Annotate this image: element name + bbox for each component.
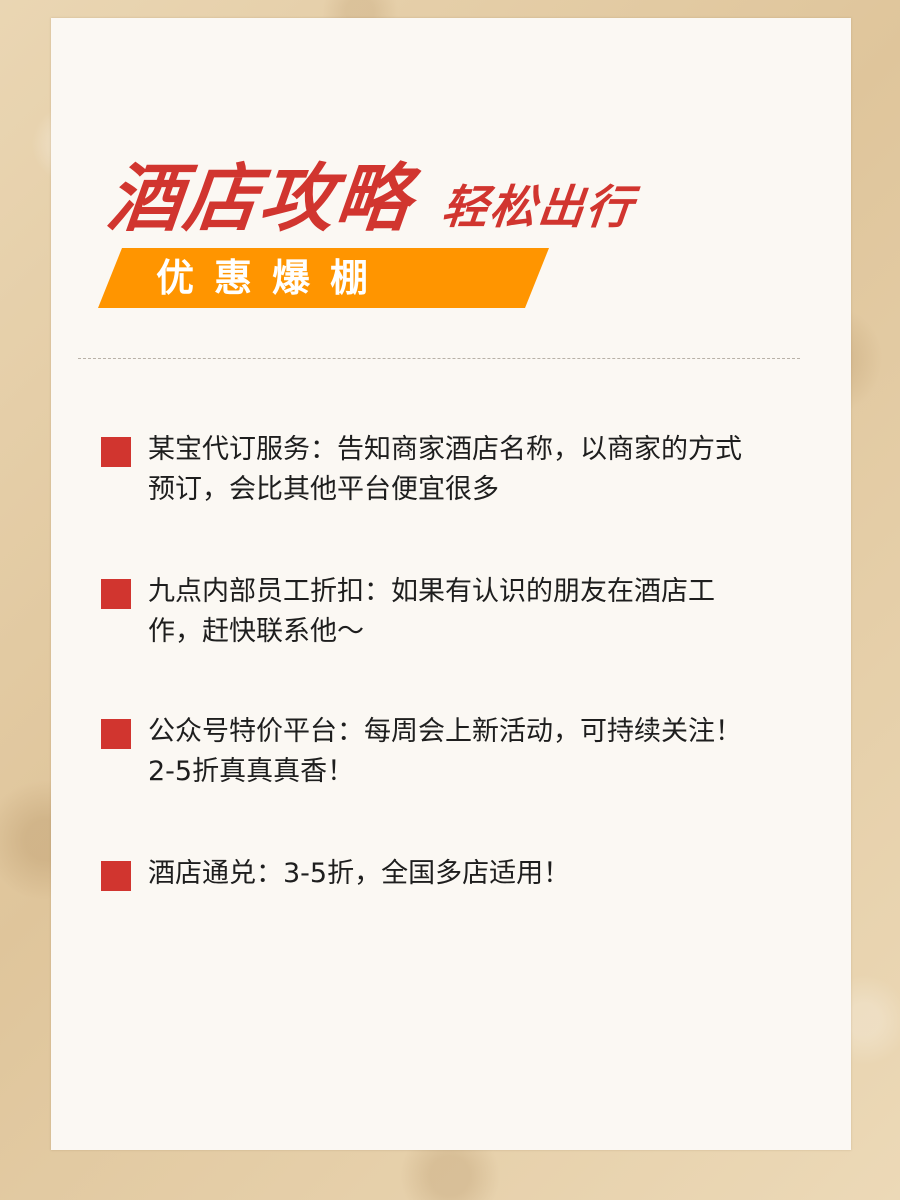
title-row: 酒店攻略 轻松出行 bbox=[103, 116, 637, 242]
content-card: 酒店攻略 轻松出行 优惠爆棚 某宝代订服务：告知商家酒店名称，以商家的方式预订，… bbox=[51, 18, 851, 1150]
page-subtitle: 轻松出行 bbox=[439, 180, 637, 234]
list-item-text: 某宝代订服务：告知商家酒店名称，以商家的方式预订，会比其他平台便宜很多 bbox=[148, 434, 742, 505]
list-item-text: 九点内部员工折扣：如果有认识的朋友在酒店工作，赶快联系他～ bbox=[148, 576, 715, 647]
square-bullet-icon bbox=[101, 437, 131, 467]
square-bullet-icon bbox=[101, 719, 131, 749]
list-item-text: 酒店通兑：3-5折，全国多店适用！ bbox=[148, 858, 571, 889]
page-title: 酒店攻略 bbox=[103, 156, 417, 242]
dashed-divider bbox=[78, 358, 800, 359]
square-bullet-icon bbox=[101, 579, 131, 609]
square-bullet-icon bbox=[101, 861, 131, 891]
banner-label: 优惠爆棚 bbox=[156, 256, 389, 300]
list-item-text: 公众号特价平台：每周会上新活动，可持续关注！2-5折真真真香！ bbox=[148, 716, 742, 787]
promo-banner: 优惠爆棚 bbox=[98, 248, 549, 308]
